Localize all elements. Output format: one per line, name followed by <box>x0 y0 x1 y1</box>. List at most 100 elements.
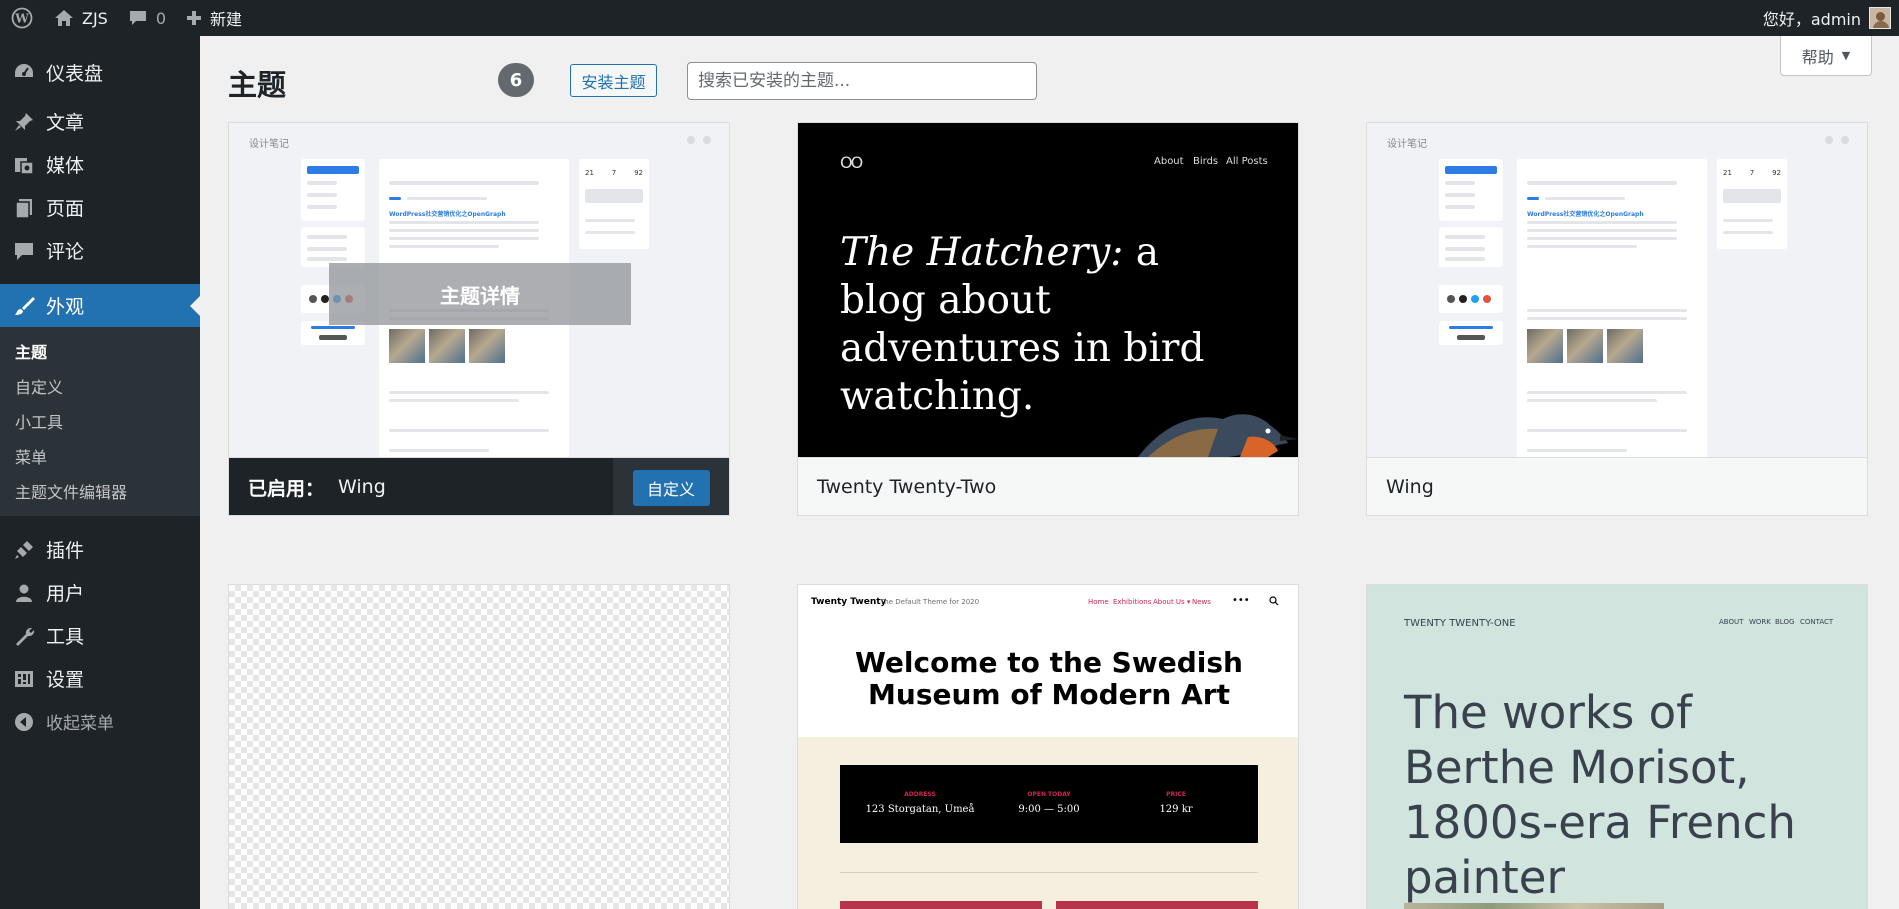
theme-card-twenty-twenty-one[interactable]: TWENTY TWENTY-ONE ABOUT WORK BLOG CONTAC… <box>1366 584 1868 909</box>
preview-tagline: The Default Theme for 2020 <box>880 598 980 606</box>
preview-site-name: 设计笔记 <box>249 139 289 150</box>
menu-dashboard[interactable]: 仪表盘 <box>0 54 200 90</box>
preview-site-name: TWENTY TWENTY-ONE <box>1404 618 1516 629</box>
theme-screenshot: Twenty Twenty The Default Theme for 2020… <box>798 585 1298 909</box>
submenu-widgets[interactable]: 小工具 <box>0 403 200 438</box>
collapse-icon <box>12 710 36 734</box>
theme-details-overlay[interactable]: 主题详情 <box>329 263 631 325</box>
menu-media[interactable]: 媒体 <box>0 143 200 186</box>
theme-name: Wing <box>1386 476 1434 498</box>
preview-dot <box>1825 136 1833 144</box>
bird-illustration <box>1138 414 1298 457</box>
active-theme-name: Wing <box>338 476 386 498</box>
menu-plugins[interactable]: 插件 <box>0 528 200 571</box>
preview-nav-item: About <box>1154 156 1184 167</box>
theme-card-twenty-twenty[interactable]: Twenty Twenty The Default Theme for 2020… <box>797 584 1299 909</box>
preview-info-value: 9:00 — 5:00 <box>1018 804 1080 815</box>
preview-logo: OO <box>840 153 863 172</box>
submenu-customize[interactable]: 自定义 <box>0 368 200 403</box>
submenu-theme-editor[interactable]: 主题文件编辑器 <box>0 473 200 508</box>
menu-posts[interactable]: 文章 <box>0 100 200 143</box>
menu-label: 媒体 <box>46 155 85 177</box>
wordpress-logo-icon[interactable]: W <box>0 0 44 36</box>
theme-card-active[interactable]: 设计笔记 WordPress社交营销优化之OpenGraph 21 7 92 主… <box>228 122 730 516</box>
preview-panel <box>1439 227 1503 267</box>
theme-screenshot: OO About Birds All Posts The Hatchery: a… <box>798 123 1298 457</box>
preview-info-col: OPEN TODAY 9:00 — 5:00 <box>984 791 1114 815</box>
submenu-menus[interactable]: 菜单 <box>0 438 200 473</box>
preview-nav-panel <box>301 159 365 221</box>
preview-social-panel <box>1439 285 1503 313</box>
help-tab-button[interactable]: 帮助 ▼ <box>1780 36 1872 76</box>
preview-nav-item: ABOUT <box>1719 618 1744 626</box>
preview-panel <box>301 227 365 267</box>
svg-text:W: W <box>14 12 29 26</box>
menu-users[interactable]: 用户 <box>0 571 200 614</box>
customize-button[interactable]: 自定义 <box>632 469 710 506</box>
theme-card-wing[interactable]: 设计笔记 WordPress社交营销优化之OpenGraph 21 7 92 W… <box>1366 122 1868 516</box>
preview-stat: 92 <box>634 169 643 177</box>
theme-screenshot: 设计笔记 <box>229 123 729 457</box>
theme-card-twenty-twenty-two[interactable]: OO About Birds All Posts The Hatchery: a… <box>797 122 1299 516</box>
theme-screenshot: TWENTY TWENTY-ONE ABOUT WORK BLOG CONTAC… <box>1367 585 1867 909</box>
collapse-menu-button[interactable]: 收起菜单 <box>0 700 200 743</box>
preview-dot <box>1841 136 1849 144</box>
submenu-themes[interactable]: 主题 <box>0 333 200 368</box>
preview-stat: 21 <box>585 169 594 177</box>
comment-icon <box>129 11 146 25</box>
preview-dot <box>703 136 711 144</box>
install-theme-button[interactable]: 安装主题 <box>570 64 657 97</box>
preview-nav-item: WORK <box>1749 618 1771 626</box>
menu-tools[interactable]: 工具 <box>0 614 200 657</box>
preview-nav-item: All Posts <box>1226 156 1268 167</box>
menu-label: 评论 <box>46 241 85 263</box>
preview-info-label: PRICE <box>1166 791 1186 798</box>
preview-image-strip <box>1404 903 1664 909</box>
preview-post-title: WordPress社交营销优化之OpenGraph <box>1527 211 1644 218</box>
preview-heading-italic: The Hatchery: <box>840 230 1124 275</box>
preview-nav-item: Home <box>1088 598 1109 606</box>
site-name-link[interactable]: ZJS <box>44 0 118 36</box>
customize-zone: 自定义 <box>613 458 729 515</box>
settings-icon <box>12 667 36 691</box>
theme-footer-active: 已启用： Wing 自定义 <box>229 457 729 515</box>
theme-screenshot-placeholder <box>229 585 729 909</box>
preview-post-title: WordPress社交营销优化之OpenGraph <box>389 211 506 218</box>
search-themes-input[interactable] <box>687 62 1037 100</box>
preview-info-label: OPEN TODAY <box>1027 791 1071 798</box>
preview-nav-item: About Us ▾ <box>1153 598 1191 606</box>
preview-nav-item: News <box>1192 598 1211 606</box>
menu-label: 文章 <box>46 112 85 134</box>
preview-red-block <box>840 901 1042 909</box>
preview-nav-item: Birds <box>1193 156 1219 167</box>
new-content-link[interactable]: 新建 <box>176 0 252 36</box>
preview-post-panel: WordPress社交营销优化之OpenGraph <box>1517 159 1707 457</box>
menu-comments[interactable]: 评论 <box>0 229 200 272</box>
preview-dot <box>687 136 695 144</box>
menu-appearance[interactable]: 外观 <box>0 284 200 327</box>
menu-label: 用户 <box>46 583 85 605</box>
collapse-label: 收起菜单 <box>46 714 114 734</box>
home-icon <box>55 10 73 26</box>
my-account-link[interactable]: 您好，admin <box>1753 0 1899 36</box>
preview-nav-item: CONTACT <box>1800 618 1834 626</box>
comment-icon <box>12 239 36 263</box>
admin-bar: W ZJS 0 新建 您好，admin <box>0 0 1899 36</box>
menu-label: 插件 <box>46 540 85 562</box>
preview-info-col: PRICE 129 kr <box>1111 791 1241 815</box>
menu-pages[interactable]: 页面 <box>0 186 200 229</box>
menu-label: 页面 <box>46 198 85 220</box>
admin-sidebar: 仪表盘 文章 媒体 页面 评论 外观 主题 自定义 小工具 菜单 主题文件编辑器… <box>0 36 200 909</box>
site-name: ZJS <box>82 8 108 28</box>
media-icon <box>12 153 36 177</box>
preview-nav-item: BLOG <box>1775 618 1795 626</box>
paintbrush-icon <box>12 294 36 318</box>
preview-stats-panel: 21 7 92 <box>579 159 649 249</box>
menu-settings[interactable]: 设置 <box>0 657 200 700</box>
theme-card-no-screenshot[interactable] <box>228 584 730 909</box>
preview-nav-panel <box>1439 159 1503 221</box>
comments-link[interactable]: 0 <box>118 0 176 36</box>
caret-down-icon: ▼ <box>1841 49 1851 62</box>
greeting: 您好，admin <box>1762 10 1861 29</box>
pin-icon <box>12 110 36 134</box>
